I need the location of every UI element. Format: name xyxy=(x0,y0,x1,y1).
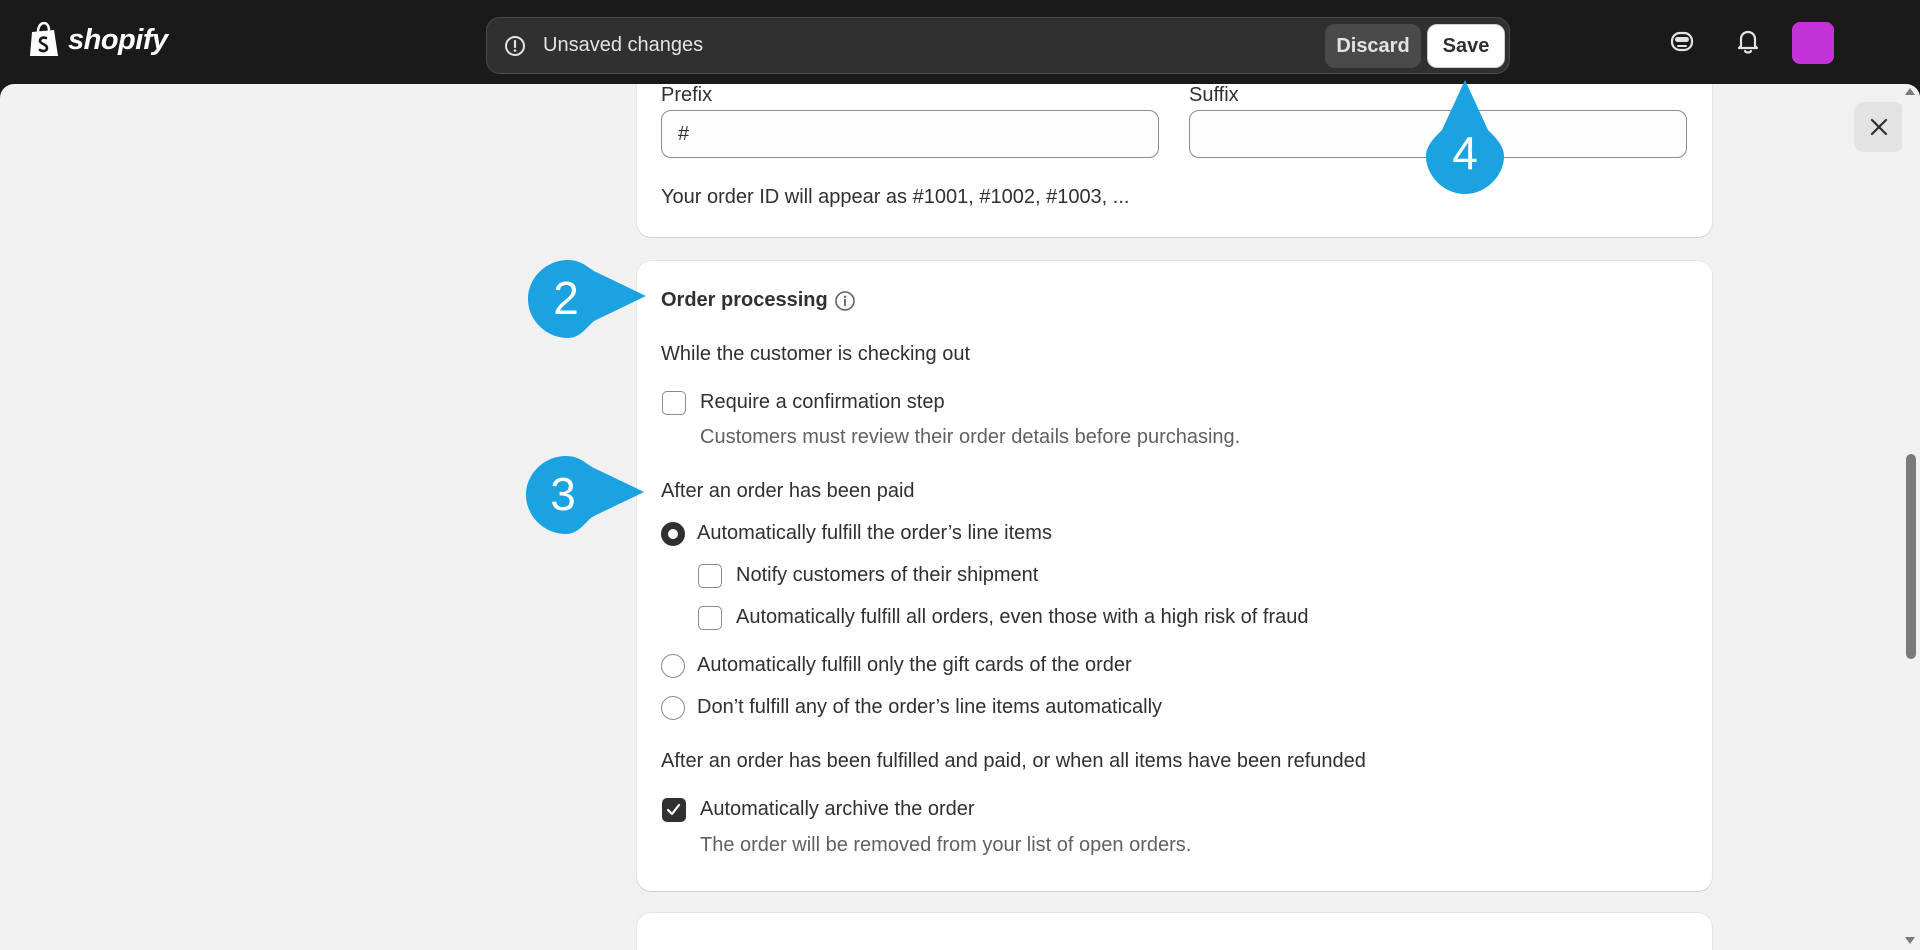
info-icon[interactable] xyxy=(834,290,856,312)
checkmark-icon xyxy=(666,803,681,816)
scrollbar[interactable] xyxy=(1902,84,1920,950)
radio-fulfill-gift-cards-label: Automatically fulfill only the gift card… xyxy=(697,654,1132,676)
settings-panel: Prefix # Suffix Your order ID will appea… xyxy=(0,84,1920,950)
callout-4-number: 4 xyxy=(1452,127,1478,179)
confirmation-step-checkbox[interactable] xyxy=(662,391,686,415)
save-button[interactable]: Save xyxy=(1427,24,1505,68)
confirmation-step-help: Customers must review their order detail… xyxy=(700,426,1241,448)
shopify-logo[interactable]: shopify xyxy=(28,22,168,58)
checkout-heading: While the customer is checking out xyxy=(661,343,971,365)
fulfill-high-risk-checkbox[interactable] xyxy=(698,606,722,630)
next-settings-card xyxy=(637,913,1712,950)
fulfill-high-risk-label: Automatically fulfill all orders, even t… xyxy=(736,606,1309,628)
confirmation-step-label: Require a confirmation step xyxy=(700,391,945,413)
shopify-bag-icon xyxy=(30,22,58,56)
alert-circle-icon xyxy=(505,36,525,56)
prefix-label: Prefix xyxy=(661,84,713,106)
discard-button[interactable]: Discard xyxy=(1325,24,1421,68)
order-processing-title: Order processing xyxy=(661,289,828,311)
suffix-label: Suffix xyxy=(1189,84,1239,106)
top-bar: shopify Unsaved changes Discard Save xyxy=(0,0,1920,84)
unsaved-changes-text: Unsaved changes xyxy=(543,34,704,56)
archive-order-label: Automatically archive the order xyxy=(700,798,975,820)
close-button[interactable] xyxy=(1854,102,1904,152)
scroll-down-arrow-icon[interactable] xyxy=(1905,937,1915,944)
order-processing-card: Order processing While the customer is c… xyxy=(637,261,1712,891)
fulfilled-heading: After an order has been fulfilled and pa… xyxy=(661,750,1366,772)
callout-2-number: 2 xyxy=(553,272,579,324)
order-id-preview-text: Your order ID will appear as #1001, #100… xyxy=(661,186,1130,208)
callout-3-number: 3 xyxy=(550,468,576,520)
radio-no-fulfill-label: Don’t fulfill any of the order’s line it… xyxy=(697,696,1163,718)
radio-fulfill-gift-cards[interactable] xyxy=(661,654,685,678)
notify-shipment-label: Notify customers of their shipment xyxy=(736,564,1039,586)
sidekick-icon[interactable] xyxy=(1667,26,1697,56)
notify-shipment-checkbox[interactable] xyxy=(698,564,722,588)
radio-fulfill-line-items[interactable] xyxy=(661,522,685,546)
archive-order-checkbox[interactable] xyxy=(662,798,686,822)
close-icon xyxy=(1870,118,1888,136)
scroll-up-arrow-icon[interactable] xyxy=(1905,88,1915,95)
bell-icon[interactable] xyxy=(1733,26,1763,56)
avatar[interactable] xyxy=(1792,22,1834,64)
order-id-card: Prefix # Suffix Your order ID will appea… xyxy=(637,84,1712,237)
logo-text: shopify xyxy=(68,23,168,56)
paid-heading: After an order has been paid xyxy=(661,480,915,502)
contextual-save-bar: Unsaved changes Discard Save xyxy=(486,17,1510,74)
radio-fulfill-line-items-label: Automatically fulfill the order’s line i… xyxy=(697,522,1052,544)
scrollbar-thumb[interactable] xyxy=(1906,454,1916,659)
archive-order-help: The order will be removed from your list… xyxy=(700,834,1192,856)
radio-no-fulfill[interactable] xyxy=(661,696,685,720)
prefix-input[interactable]: # xyxy=(661,110,1159,158)
